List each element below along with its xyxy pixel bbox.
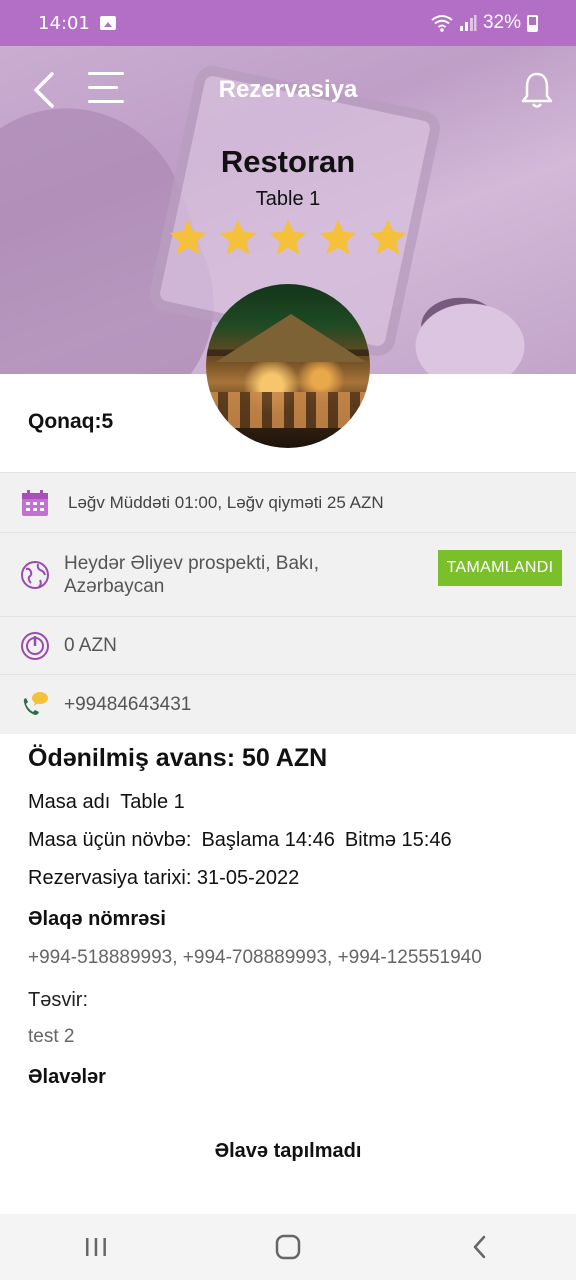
address-row: Heydər Əliyev prospekti, Bakı, Azərbayca… [0, 532, 576, 616]
back-arrow-icon [473, 1235, 486, 1259]
restaurant-name: Restoran [220, 144, 356, 179]
battery-icon [527, 14, 538, 32]
shift-start: Başlama 14:46 [201, 829, 335, 851]
home-button[interactable] [258, 1217, 318, 1277]
menu-icon [88, 72, 124, 75]
description-value: test 2 [28, 1026, 75, 1047]
reservation-details: Ödənilmiş avans: 50 AZN Masa adı Table 1 … [28, 744, 558, 1105]
phone-row: +99484643431 [0, 674, 576, 734]
guest-count: Qonaq:5 [28, 410, 114, 433]
bell-icon [521, 72, 553, 108]
image-notification-icon [99, 16, 116, 30]
shift-line: Masa üçün növbə: Başlama 14:46 Bitmə 15:46 [28, 829, 558, 852]
top-navigation: Rezervasiya [0, 46, 576, 136]
status-bar: 14:01 32% [0, 0, 576, 46]
extras-empty-message: Əlavə tapılmadı [214, 1140, 362, 1162]
home-icon [275, 1234, 301, 1260]
shift-end: Bitmə 15:46 [344, 829, 452, 851]
cancel-policy-row: Ləğv Müddəti 01:00, Ləğv qiyməti 25 AZN [0, 472, 576, 532]
advance-paid: Ödənilmiş avans: 50 AZN [28, 744, 328, 772]
status-time: 14:01 [38, 12, 90, 34]
table-label: Masa adı [28, 791, 111, 813]
extras-heading: Əlavələr [28, 1066, 106, 1088]
globe-icon [21, 560, 49, 589]
amount-text: 0 AZN [64, 634, 117, 656]
address-text: Heydər Əliyev prospekti, Bakı, Azərbayca… [64, 552, 320, 597]
reservation-date: Rezervasiya tarixi: 31-05-2022 [28, 867, 300, 889]
star-icon [369, 219, 407, 255]
completed-status-button[interactable]: TAMAMLANDI [438, 550, 562, 586]
table-line: Masa adı Table 1 [28, 791, 558, 814]
restaurant-photo [206, 284, 370, 448]
contact-heading: Əlaqə nömrəsi [28, 908, 166, 930]
phone-chat-icon [23, 691, 48, 715]
table-name: Table 1 [255, 188, 321, 210]
contact-numbers: +994-518889993, +994-708889993, +994-125… [28, 947, 482, 968]
wifi-icon [431, 15, 453, 32]
recent-apps-icon [86, 1238, 106, 1256]
star-icon [269, 219, 307, 255]
amount-row: 0 AZN [0, 616, 576, 674]
star-icon [219, 219, 257, 255]
calendar-icon [22, 489, 48, 516]
battery-percent: 32% [482, 12, 521, 33]
star-icon [169, 219, 207, 255]
shift-label: Masa üçün növbə: [28, 829, 192, 851]
description-heading: Təsvir: [28, 989, 88, 1011]
signal-icon [459, 15, 477, 31]
recent-apps-button[interactable] [66, 1217, 126, 1277]
system-back-button[interactable] [450, 1217, 510, 1277]
info-list: Ləğv Müddəti 01:00, Ləğv qiyməti 25 AZN … [0, 472, 576, 734]
page-title: Rezervasiya [218, 76, 358, 103]
star-icon [319, 219, 357, 255]
power-icon [21, 631, 49, 660]
system-navigation-bar [0, 1214, 576, 1280]
cancel-policy-text: Ləğv Müddəti 01:00, Ləğv qiyməti 25 AZN [68, 492, 384, 512]
table-value: Table 1 [120, 791, 185, 813]
phone-text: +99484643431 [64, 693, 192, 715]
notifications-button[interactable] [520, 70, 554, 110]
rating-stars [0, 216, 576, 260]
